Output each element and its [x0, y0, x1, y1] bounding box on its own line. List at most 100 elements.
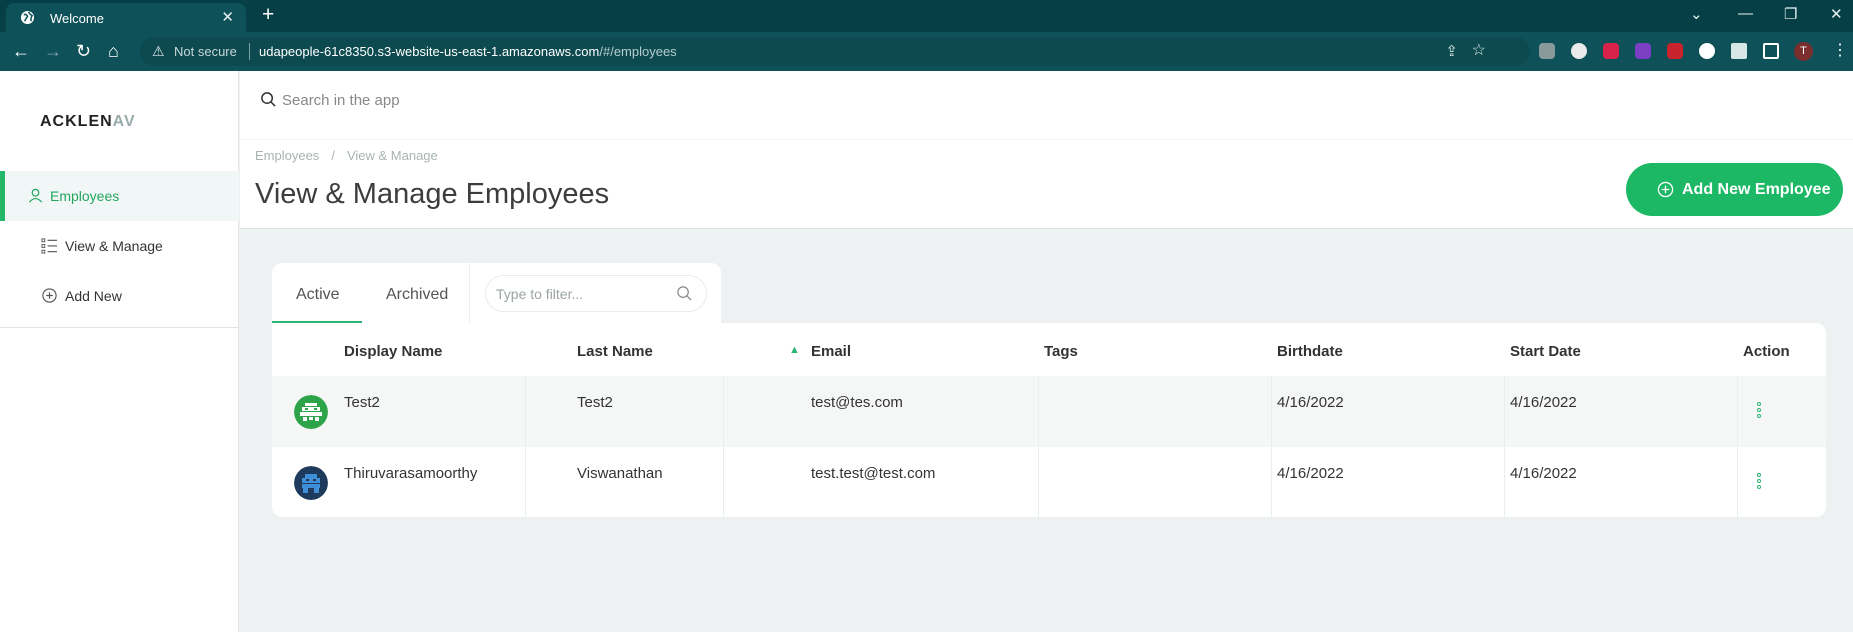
side-panel-icon[interactable]	[1763, 43, 1779, 59]
acklen-logo[interactable]: ACKLENAV	[40, 113, 136, 131]
employee-tabs: Active Archived	[272, 263, 721, 324]
column-divider	[1504, 447, 1505, 518]
address-bar[interactable]: ⚠ Not secure udapeople-61c8350.s3-websit…	[140, 37, 1530, 66]
row-actions-kebab-icon[interactable]	[1757, 473, 1763, 493]
user-icon	[28, 188, 43, 203]
logo-text: ACKLEN	[40, 113, 113, 130]
tab-active[interactable]: Active	[296, 286, 340, 304]
restore-icon[interactable]: ❐	[1784, 5, 1797, 23]
column-divider	[1737, 376, 1738, 447]
url-host: udapeople-61c8350.s3-website-us-east-1.a…	[259, 44, 600, 59]
identicon-blue-icon	[294, 466, 328, 500]
breadcrumb-view-manage: View & Manage	[346, 148, 438, 163]
avatar	[294, 466, 328, 500]
close-tab-icon[interactable]: ✕	[221, 8, 234, 26]
column-divider	[1504, 376, 1505, 447]
tab-search-chevron-icon[interactable]: ⌄	[1690, 5, 1703, 23]
sidebar: ACKLENAV Employees View & Manage Add New	[0, 71, 239, 632]
column-header-display-name[interactable]: Display Name	[344, 343, 442, 360]
skype-extension-icon[interactable]	[1539, 43, 1555, 59]
column-header-action: Action	[1743, 343, 1790, 360]
column-divider	[723, 376, 724, 447]
sidebar-item-employees[interactable]: Employees	[0, 171, 239, 221]
column-header-email[interactable]: Email	[811, 343, 851, 360]
omnibox-divider	[249, 43, 250, 60]
cell-email: test.test@test.com	[811, 465, 936, 482]
plus-circle-icon	[42, 288, 57, 303]
add-new-employee-label: Add New Employee	[1682, 181, 1831, 198]
cell-start-date: 4/16/2022	[1510, 394, 1577, 411]
cell-last-name: Viswanathan	[577, 465, 663, 482]
cell-last-name: Test2	[577, 394, 613, 411]
column-divider	[525, 376, 526, 447]
sidebar-divider	[0, 327, 239, 328]
shield-extension-icon[interactable]	[1667, 43, 1683, 59]
list-icon	[41, 238, 58, 254]
share-icon[interactable]: ⇪	[1445, 42, 1458, 60]
sidebar-item-label: Employees	[50, 188, 120, 204]
s-extension-icon[interactable]	[1699, 43, 1715, 59]
tabs-divider	[469, 263, 470, 324]
search-icon	[677, 286, 692, 301]
page-title: View & Manage Employees	[255, 178, 610, 210]
column-divider	[1737, 447, 1738, 518]
url-path: /#/employees	[599, 44, 677, 59]
home-icon[interactable]: ⌂	[108, 41, 119, 62]
new-tab-icon[interactable]: +	[262, 3, 274, 27]
employees-table: Display Name Last Name ▲ Email Tags Birt…	[272, 323, 1826, 518]
cell-display-name: Test2	[344, 394, 380, 411]
pocket-extension-icon[interactable]	[1603, 43, 1619, 59]
identicon-green-icon	[294, 395, 328, 429]
minimize-icon[interactable]: —	[1738, 5, 1753, 22]
column-divider	[723, 447, 724, 518]
browser-tab[interactable]: Welcome ✕	[6, 3, 246, 32]
search-icon	[261, 92, 276, 107]
column-divider	[1038, 447, 1039, 518]
tab-archived[interactable]: Archived	[386, 286, 448, 304]
avatar	[294, 395, 328, 429]
table-row[interactable]: Test2 Test2 test@tes.com 4/16/2022 4/16/…	[272, 376, 1826, 447]
table-row[interactable]: Thiruvarasamoorthy Viswanathan test.test…	[272, 447, 1826, 518]
cell-birthdate: 4/16/2022	[1277, 465, 1344, 482]
cell-display-name: Thiruvarasamoorthy	[344, 465, 478, 482]
forward-icon[interactable]: →	[44, 41, 62, 62]
plus-circle-icon	[1657, 181, 1674, 198]
window-close-icon[interactable]: ✕	[1830, 5, 1843, 23]
page-header: Employees / View & Manage View & Manage Em…	[240, 71, 1853, 229]
back-icon[interactable]: ←	[12, 41, 30, 62]
logo-text-faded: AV	[112, 113, 136, 130]
not-secure-label[interactable]: Not secure	[174, 44, 237, 59]
breadcrumb: Employees / View & Manage	[255, 148, 438, 163]
sidebar-item-add-new[interactable]: Add New	[0, 271, 239, 321]
puzzle-extensions-icon[interactable]	[1731, 43, 1747, 59]
column-divider	[1038, 376, 1039, 447]
profile-avatar[interactable]: T	[1794, 42, 1813, 61]
browser-menu-icon[interactable]: ⋮	[1832, 40, 1848, 60]
filter-input[interactable]	[496, 282, 666, 306]
browser-tab-bar: Welcome ✕ + ⌄ — ❐ ✕	[0, 0, 1853, 32]
app-search-input[interactable]	[282, 84, 1522, 116]
column-header-birthdate[interactable]: Birthdate	[1277, 343, 1343, 360]
column-header-tags[interactable]: Tags	[1044, 343, 1078, 360]
row-actions-kebab-icon[interactable]	[1757, 402, 1763, 422]
sidebar-item-label: View & Manage	[65, 238, 163, 254]
cell-email: test@tes.com	[811, 394, 903, 411]
cell-birthdate: 4/16/2022	[1277, 394, 1344, 411]
extension-circle-icon[interactable]	[1571, 43, 1587, 59]
column-header-last-name[interactable]: Last Name	[577, 343, 653, 360]
url-text[interactable]: udapeople-61c8350.s3-website-us-east-1.a…	[259, 44, 677, 59]
sort-ascending-icon[interactable]: ▲	[789, 344, 800, 356]
r-extension-icon[interactable]	[1635, 43, 1651, 59]
header-divider	[240, 139, 1853, 140]
breadcrumb-employees[interactable]: Employees	[255, 148, 319, 163]
sidebar-item-view-manage[interactable]: View & Manage	[0, 221, 239, 271]
add-new-employee-button[interactable]: Add New Employee	[1626, 163, 1843, 216]
sidebar-item-label: Add New	[65, 288, 122, 304]
cell-start-date: 4/16/2022	[1510, 465, 1577, 482]
globe-icon	[20, 10, 35, 25]
bookmark-star-icon[interactable]: ☆	[1472, 40, 1486, 60]
column-header-start-date[interactable]: Start Date	[1510, 343, 1581, 360]
column-divider	[525, 447, 526, 518]
warning-icon[interactable]: ⚠	[152, 43, 165, 60]
reload-icon[interactable]: ↻	[76, 41, 91, 62]
